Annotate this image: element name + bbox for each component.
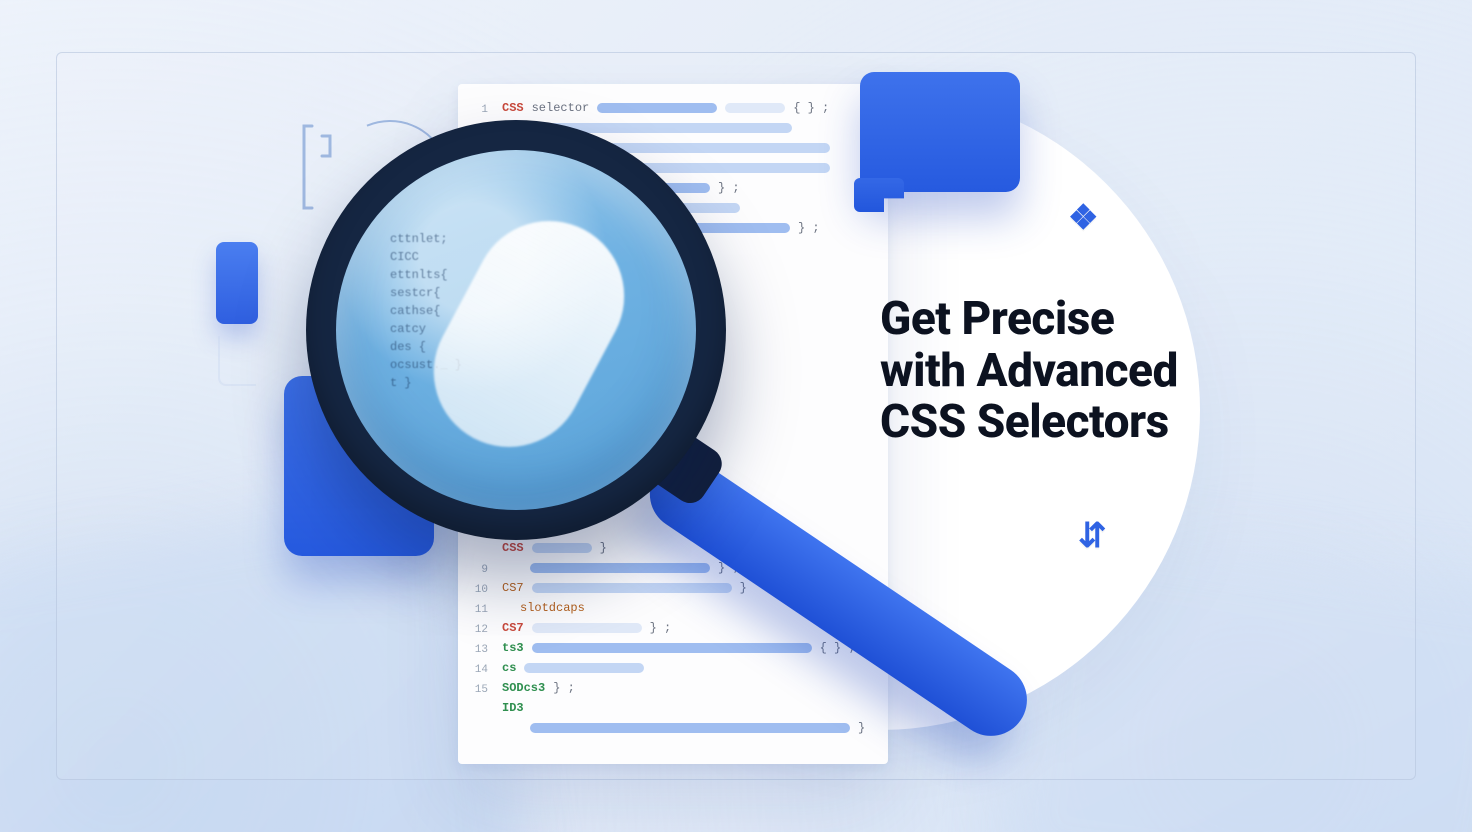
headline-line-2: with Advanced [880,346,1260,398]
code-row: } [502,718,872,738]
headline: Get Precise with Advanced CSS Selectors [880,294,1260,449]
magnifier-lens: cttnlet; CICC ettnlts{ sestcr{ cathse{ c… [336,150,696,510]
decoration-glyph-icon: ❖ [1068,198,1098,238]
headline-line-1: Get Precise [880,294,1260,346]
blue-chip-decoration [216,242,258,324]
magnifying-glass-icon: cttnlet; CICC ettnlts{ sestcr{ cathse{ c… [306,120,946,680]
chip-shadow-line [218,336,256,386]
code-row: SODcs3} ; [502,678,872,698]
headline-line-3: CSS Selectors [880,397,1260,449]
decoration-glyph-icon: ⇵ [1078,516,1107,556]
code-row: ID3 [502,698,872,718]
code-row: CSSselector{ } ; [502,98,872,118]
